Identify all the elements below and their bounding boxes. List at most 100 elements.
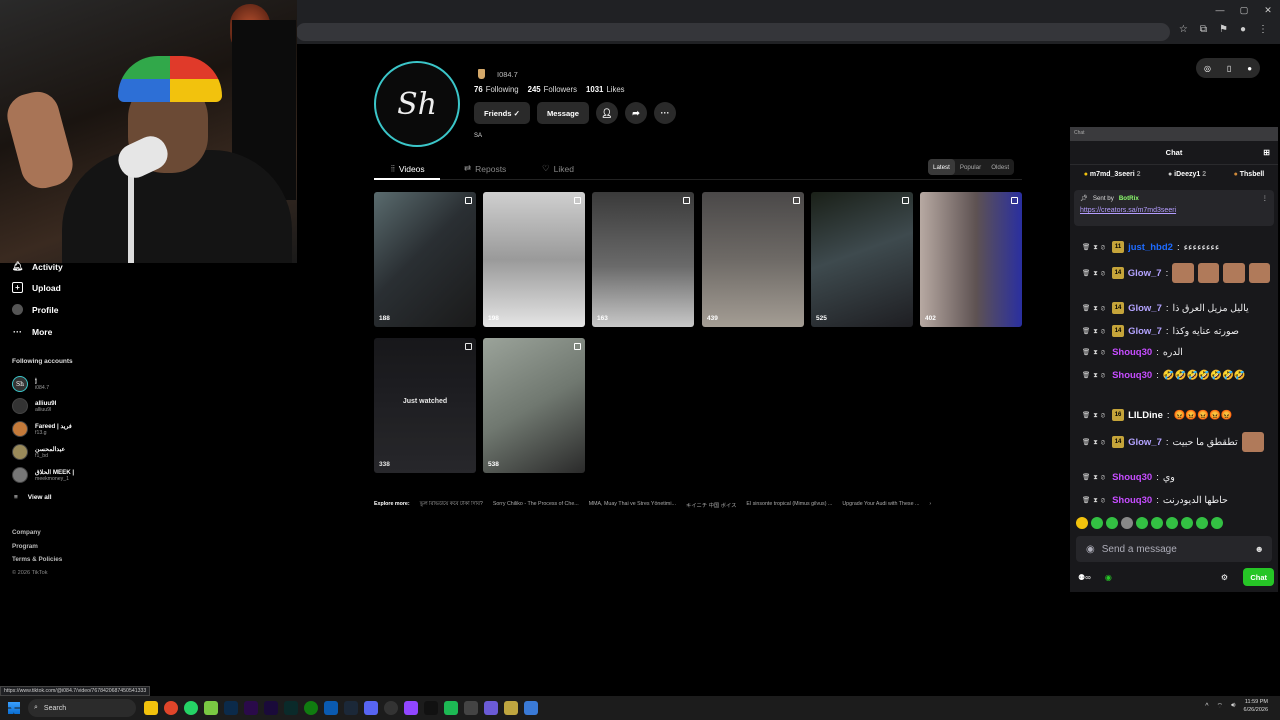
chat-username[interactable]: Glow_7: [1128, 437, 1162, 448]
chat-send-button[interactable]: Chat: [1243, 568, 1274, 586]
phone-icon[interactable]: ▯: [1227, 64, 1231, 73]
maximize-icon[interactable]: ▢: [1232, 0, 1256, 20]
translate-icon[interactable]: ⚑: [1219, 24, 1228, 35]
sort-latest[interactable]: Latest: [928, 159, 955, 175]
close-icon[interactable]: ✕: [1256, 0, 1280, 20]
emote[interactable]: [1151, 517, 1163, 529]
explore-link[interactable]: El sinsonte tropical (Mimus gilvus) ...: [746, 501, 832, 509]
video-thumbnail[interactable]: 198: [483, 192, 585, 327]
clock[interactable]: 11:59 PM 6/26/2026: [1244, 698, 1268, 714]
following-account[interactable]: alliuu9l alliuu9l: [12, 398, 56, 414]
mod-tools-icon[interactable]: 🗑︎⧗⊘: [1082, 327, 1108, 336]
following-account[interactable]: Sh 🕯 i084.7: [12, 376, 49, 392]
app-icon[interactable]: [524, 701, 538, 715]
sidebar-item-upload[interactable]: + Upload: [12, 282, 61, 293]
steam-icon[interactable]: [344, 701, 358, 715]
sort-popular[interactable]: Popular: [955, 159, 986, 175]
after-effects-icon[interactable]: [264, 701, 278, 715]
video-thumbnail[interactable]: 163: [592, 192, 694, 327]
chat-username[interactable]: Glow_7: [1128, 268, 1162, 279]
chat-username[interactable]: Shouq30: [1112, 370, 1152, 381]
minimize-icon[interactable]: —: [1208, 0, 1232, 20]
mod-tools-icon[interactable]: 🗑︎⧗⊘: [1082, 438, 1108, 447]
obs-icon[interactable]: [384, 701, 398, 715]
mod-tools-icon[interactable]: 🗑︎⧗⊘: [1082, 411, 1108, 420]
chat-username[interactable]: just_hbd2: [1128, 242, 1173, 253]
users-list-icon[interactable]: ⊞: [1263, 148, 1270, 157]
chat-username[interactable]: Shouq30: [1112, 495, 1152, 506]
file-explorer-icon[interactable]: [144, 701, 158, 715]
video-thumbnail[interactable]: 402: [920, 192, 1022, 327]
app-icon[interactable]: [324, 701, 338, 715]
app-icon[interactable]: [504, 701, 518, 715]
more-options-icon[interactable]: ···: [654, 102, 676, 124]
volume-icon[interactable]: 🔊︎: [1231, 702, 1235, 710]
gifter[interactable]: ● m7md_3seeri 2: [1084, 171, 1141, 178]
friends-button[interactable]: Friends ✓: [474, 102, 530, 124]
mod-tools-icon[interactable]: 🗑︎⧗⊘: [1082, 243, 1108, 252]
emote[interactable]: [1181, 517, 1193, 529]
emote[interactable]: [1166, 517, 1178, 529]
video-thumbnail[interactable]: 439: [702, 192, 804, 327]
gifter[interactable]: ● Thsbell: [1234, 171, 1265, 178]
share-icon[interactable]: ➦: [625, 102, 647, 124]
footer-link-program[interactable]: Program: [12, 540, 62, 554]
menu-dots-icon[interactable]: ⋮: [1258, 24, 1268, 35]
mod-tools-icon[interactable]: 🗑︎⧗⊘: [1082, 304, 1108, 313]
emote[interactable]: [1211, 517, 1223, 529]
emote[interactable]: [1076, 517, 1088, 529]
windows-start-icon[interactable]: [8, 702, 20, 714]
emote[interactable]: [1136, 517, 1148, 529]
chrome-icon[interactable]: [164, 701, 178, 715]
wifi-icon[interactable]: ⌔: [1217, 702, 1224, 711]
chat-username[interactable]: Glow_7: [1128, 303, 1162, 314]
kick-icon[interactable]: ◉: [1105, 573, 1112, 582]
app-icon[interactable]: [444, 701, 458, 715]
audition-icon[interactable]: [284, 701, 298, 715]
account-icon[interactable]: ●: [1240, 24, 1246, 35]
chat-username[interactable]: Shouq30: [1112, 472, 1152, 483]
bits-icon[interactable]: ◉: [1086, 544, 1095, 555]
sidebar-item-profile[interactable]: Profile: [12, 304, 58, 315]
chevron-right-icon[interactable]: ›: [929, 501, 931, 509]
gifter[interactable]: ● iDeezy1 2: [1168, 171, 1206, 178]
profile-avatar[interactable]: Sh: [374, 61, 460, 147]
whatsapp-icon[interactable]: [184, 701, 198, 715]
emote[interactable]: [1091, 517, 1103, 529]
tiktok-icon[interactable]: [424, 701, 438, 715]
discord-icon[interactable]: [364, 701, 378, 715]
taskbar-search[interactable]: ⌕ Search: [28, 699, 136, 717]
tab-reposts[interactable]: ⇄ Reposts: [464, 163, 506, 174]
address-bar[interactable]: [296, 23, 1170, 41]
extensions-icon[interactable]: ⧉: [1200, 24, 1207, 35]
chat-username[interactable]: LILDine: [1128, 410, 1163, 421]
footer-link-company[interactable]: Company: [12, 526, 62, 540]
chevron-up-icon[interactable]: ^: [1205, 703, 1208, 710]
pinned-link[interactable]: https://creators.sa/m7md3seeri: [1080, 207, 1268, 214]
app-icon[interactable]: [204, 701, 218, 715]
photoshop-icon[interactable]: [224, 701, 238, 715]
mod-tools-icon[interactable]: 🗑︎⧗⊘: [1082, 269, 1108, 278]
explore-link[interactable]: ভুল রিভিউয়ে কবে টাকা দিবি?: [420, 501, 483, 509]
xbox-icon[interactable]: [304, 701, 318, 715]
video-thumbnail[interactable]: 538: [483, 338, 585, 473]
bookmark-star-icon[interactable]: ☆: [1179, 24, 1188, 35]
more-options-icon[interactable]: ⋮: [1262, 195, 1268, 202]
mod-tools-icon[interactable]: 🗑︎⧗⊘: [1082, 371, 1108, 380]
footer-link-terms[interactable]: Terms & Policies: [12, 553, 62, 567]
following-stat[interactable]: 76 Following: [474, 85, 519, 94]
explore-link[interactable]: Upgrade Your Audi with These ...: [842, 501, 919, 509]
tab-videos[interactable]: ⦙⦙ Videos: [391, 163, 425, 174]
view-all-link[interactable]: ≡ View all: [14, 494, 52, 501]
emote[interactable]: [1106, 517, 1118, 529]
compass-icon[interactable]: ◎: [1204, 64, 1211, 73]
chat-input[interactable]: ◉ Send a message ☻: [1076, 536, 1272, 562]
premiere-icon[interactable]: [244, 701, 258, 715]
message-button[interactable]: Message: [537, 102, 589, 124]
user-avatar-icon[interactable]: ●: [1247, 64, 1252, 73]
emote[interactable]: [1121, 517, 1133, 529]
following-account[interactable]: Fareed | فريد f13.g: [12, 421, 72, 437]
following-account[interactable]: عبدالمحسن f1_bd: [12, 444, 65, 460]
settings-gear-icon[interactable]: ⚙: [1221, 573, 1228, 582]
following-account[interactable]: الحلاق MEEK | meekmoney_1: [12, 467, 74, 483]
